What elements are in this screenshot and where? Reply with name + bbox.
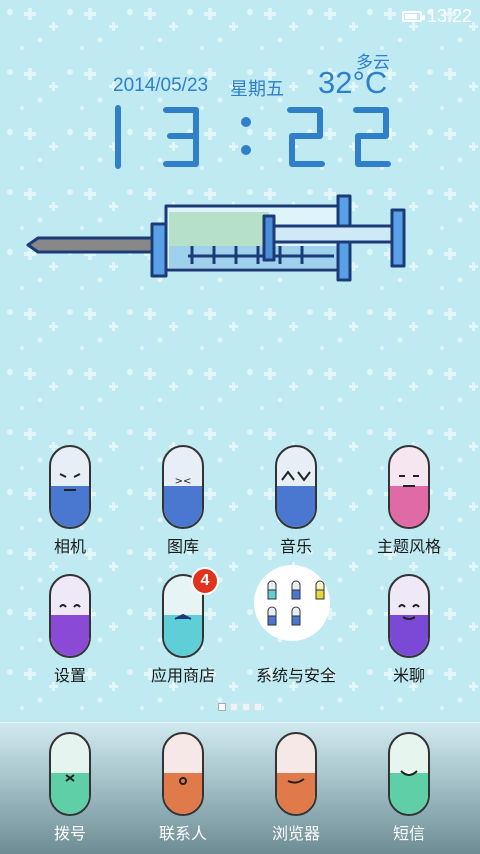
settings-pill-icon (49, 574, 91, 658)
miliao-pill-icon (388, 574, 430, 658)
app-label: 拨号 (53, 824, 86, 843)
app-label: 系统与安全 (255, 666, 336, 685)
app-label: 图库 (166, 537, 199, 556)
app-browser[interactable]: 浏览器 (246, 731, 346, 846)
messages-pill-icon (388, 732, 430, 816)
camera-pill-icon (49, 445, 91, 529)
weekday-text[interactable]: 星期五 (230, 75, 284, 101)
app-folder-security[interactable]: 系统与安全 (246, 565, 346, 688)
contacts-pill-icon (162, 732, 204, 816)
app-store[interactable]: 4 应用商店 (133, 567, 233, 688)
app-settings[interactable]: 设置 (20, 573, 120, 688)
status-time: 13:22 (426, 6, 472, 26)
gallery-pill-icon: >< (162, 445, 204, 529)
date-text[interactable]: 2014/05/23 (113, 75, 208, 97)
app-label: 应用商店 (150, 666, 215, 685)
status-bar: 13:22 (0, 0, 480, 34)
app-label: 音乐 (279, 537, 312, 556)
dialer-pill-icon (49, 732, 91, 816)
svg-text:><: >< (175, 476, 192, 487)
app-label: 设置 (53, 666, 86, 685)
app-label: 主题风格 (376, 537, 441, 556)
app-camera[interactable]: 相机 (20, 444, 120, 559)
page-dot[interactable] (254, 703, 262, 711)
notification-badge: 4 (191, 567, 219, 595)
page-dot[interactable] (230, 703, 238, 711)
app-themes[interactable]: 主题风格 (359, 444, 459, 559)
dock: 拨号 联系人 浏览器 短信 (0, 722, 480, 854)
app-label: 米聊 (392, 666, 425, 685)
folder-preview-icons (267, 580, 325, 626)
music-pill-icon (275, 445, 317, 529)
app-label: 短信 (392, 824, 425, 843)
app-contacts[interactable]: 联系人 (133, 731, 233, 846)
page-dot[interactable] (218, 703, 226, 711)
syringe-illustration (26, 194, 406, 282)
app-music[interactable]: 音乐 (246, 444, 346, 559)
themes-pill-icon (388, 445, 430, 529)
page-indicator[interactable] (0, 696, 480, 715)
battery-icon (402, 11, 425, 22)
app-gallery[interactable]: >< 图库 (133, 444, 233, 559)
app-label: 相机 (53, 537, 86, 556)
temperature[interactable]: 32°C (318, 65, 387, 101)
app-dialer[interactable]: 拨号 (20, 731, 120, 846)
app-label: 联系人 (158, 824, 207, 843)
app-label: 浏览器 (271, 824, 320, 843)
big-clock[interactable] (100, 100, 400, 180)
app-messages[interactable]: 短信 (359, 731, 459, 846)
app-miliao[interactable]: 米聊 (359, 573, 459, 688)
page-dot[interactable] (242, 703, 250, 711)
browser-pill-icon (275, 732, 317, 816)
